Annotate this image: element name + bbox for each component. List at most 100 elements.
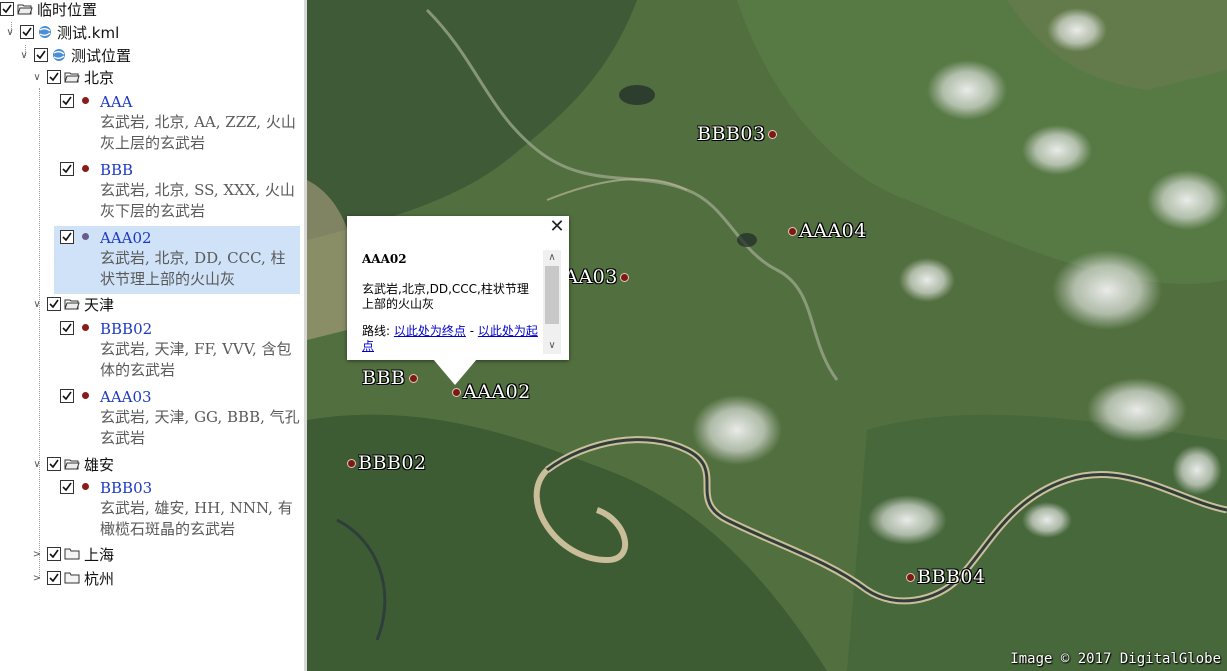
checkbox-icon[interactable] bbox=[60, 230, 74, 244]
map-marker-aaa04[interactable]: AAA04 bbox=[788, 220, 867, 242]
popup-description: 玄武岩,北京,DD,CCC,柱状节理上部的火山灰 bbox=[362, 282, 529, 311]
group-label: 上海 bbox=[84, 545, 115, 564]
group-label: 杭州 bbox=[84, 569, 115, 588]
checkbox-icon[interactable] bbox=[20, 25, 34, 39]
placemark-dot-icon bbox=[767, 129, 777, 139]
checkbox-icon[interactable] bbox=[47, 457, 61, 471]
chevron-down-icon[interactable]: ∨ bbox=[31, 458, 43, 470]
close-icon[interactable]: ✕ bbox=[549, 218, 565, 236]
placemark-dot-icon bbox=[82, 324, 89, 331]
placemark-dot-icon bbox=[82, 392, 89, 399]
chevron-up-icon[interactable]: ∧ bbox=[543, 250, 561, 266]
marker-label: AAA04 bbox=[799, 220, 867, 242]
placemark-dot-icon bbox=[619, 272, 629, 282]
map-marker-bbb[interactable]: BBB bbox=[362, 367, 419, 389]
chevron-right-icon[interactable]: > bbox=[31, 548, 43, 560]
route-prefix: 路线: bbox=[362, 324, 391, 338]
chevron-down-icon[interactable]: ∨ bbox=[543, 338, 561, 354]
tree-place-bbb[interactable]: BBB 玄武岩, 北京, SS, XXX, 火山灰下层的玄武岩 bbox=[54, 158, 300, 224]
place-name[interactable]: BBB02 bbox=[100, 319, 300, 339]
map-marker-bbb02[interactable]: BBB02 bbox=[347, 452, 427, 474]
chevron-right-icon[interactable]: > bbox=[31, 572, 43, 584]
map-marker-bbb04[interactable]: BBB04 bbox=[906, 566, 986, 588]
group-label: 天津 bbox=[84, 295, 115, 314]
placemark-dot-icon bbox=[906, 572, 915, 582]
popup-title: AAA02 bbox=[362, 252, 407, 266]
checkbox-icon[interactable] bbox=[47, 547, 61, 561]
place-name[interactable]: AAA02 bbox=[100, 228, 300, 248]
marker-label: BBB02 bbox=[358, 452, 427, 474]
tree-line bbox=[39, 88, 40, 578]
tree-place-aaa03[interactable]: AAA03 玄武岩, 天津, GG, BBB, 气孔玄武岩 bbox=[54, 385, 300, 451]
chevron-down-icon[interactable]: ∨ bbox=[31, 298, 43, 310]
tree-place-bbb02[interactable]: BBB02 玄武岩, 天津, FF, VVV, 含包体的玄武岩 bbox=[54, 317, 300, 383]
tree-folder-label: 测试位置 bbox=[71, 46, 132, 65]
placemark-dot-icon bbox=[409, 373, 419, 383]
tree-root-row[interactable]: 临时位置 bbox=[0, 0, 97, 20]
tree-kml-label: 测试.kml bbox=[57, 23, 120, 42]
placemark-dot-icon bbox=[82, 483, 89, 490]
popup-route-line: 路线: 以此处为终点 - 以此处为起点 bbox=[362, 324, 540, 354]
checkbox-icon[interactable] bbox=[47, 571, 61, 585]
place-name[interactable]: BBB03 bbox=[100, 478, 300, 498]
folder-open-icon bbox=[64, 457, 80, 471]
placemark-dot-icon bbox=[452, 387, 461, 397]
place-description: 玄武岩, 天津, FF, VVV, 含包体的玄武岩 bbox=[100, 340, 292, 379]
checkbox-icon[interactable] bbox=[60, 162, 74, 176]
tree-root-label: 临时位置 bbox=[37, 0, 98, 19]
place-description: 玄武岩, 北京, AA, ZZZ, 火山灰上层的玄武岩 bbox=[100, 113, 296, 152]
placemark-dot-icon bbox=[82, 233, 89, 240]
folder-closed-icon bbox=[64, 571, 80, 585]
chevron-down-icon[interactable]: ∨ bbox=[31, 71, 43, 83]
place-description: 玄武岩, 天津, GG, BBB, 气孔玄武岩 bbox=[100, 408, 300, 447]
place-name[interactable]: BBB bbox=[100, 160, 300, 180]
place-name[interactable]: AAA bbox=[100, 92, 300, 112]
place-description: 玄武岩, 雄安, HH, NNN, 有橄榄石斑晶的玄武岩 bbox=[100, 499, 293, 538]
marker-label: BBB04 bbox=[917, 566, 986, 588]
place-name[interactable]: AAA03 bbox=[100, 387, 300, 407]
checkbox-icon[interactable] bbox=[60, 321, 74, 335]
checkbox-icon[interactable] bbox=[60, 480, 74, 494]
kml-globe-icon bbox=[51, 48, 67, 62]
folder-closed-icon bbox=[64, 547, 80, 561]
tree-place-bbb03[interactable]: BBB03 玄武岩, 雄安, HH, NNN, 有橄榄石斑晶的玄武岩 bbox=[54, 476, 300, 542]
tree-group-hangzhou[interactable]: > 杭州 bbox=[31, 567, 114, 589]
placemark-dot-icon bbox=[788, 226, 797, 236]
tree-group-beijing[interactable]: ∨ 北京 bbox=[31, 66, 114, 88]
tree-kml-row[interactable]: ∨ 测试.kml bbox=[4, 21, 119, 43]
folder-open-icon bbox=[64, 297, 80, 311]
tree-place-aaa02-selected[interactable]: AAA02 玄武岩, 北京, DD, CCC, 柱状节理上部的火山灰 bbox=[54, 226, 300, 294]
tree-place-aaa[interactable]: AAA 玄武岩, 北京, AA, ZZZ, 火山灰上层的玄武岩 bbox=[54, 90, 300, 156]
placemark-dot-icon bbox=[347, 458, 356, 468]
placemark-dot-icon bbox=[82, 97, 89, 104]
scrollbar-thumb[interactable] bbox=[545, 266, 559, 324]
folder-open-icon bbox=[64, 70, 80, 84]
imagery-copyright: Image © 2017 DigitalGlobe bbox=[1010, 651, 1221, 667]
group-label: 雄安 bbox=[84, 455, 115, 474]
chevron-down-icon[interactable]: ∨ bbox=[4, 26, 16, 38]
popup-pointer bbox=[433, 359, 477, 385]
checkbox-icon[interactable] bbox=[47, 70, 61, 84]
place-description: 玄武岩, 北京, DD, CCC, 柱状节理上部的火山灰 bbox=[100, 249, 286, 288]
map-marker-bbb03[interactable]: BBB03 bbox=[697, 123, 777, 145]
chevron-down-icon[interactable]: ∨ bbox=[18, 49, 30, 61]
checkbox-icon[interactable] bbox=[0, 2, 14, 16]
checkbox-icon[interactable] bbox=[60, 94, 74, 108]
place-description: 玄武岩, 北京, SS, XXX, 火山灰下层的玄武岩 bbox=[100, 181, 295, 220]
placemark-info-popup: ✕ AAA02 玄武岩,北京,DD,CCC,柱状节理上部的火山灰 路线: 以此处… bbox=[347, 216, 569, 385]
checkbox-icon[interactable] bbox=[60, 389, 74, 403]
route-to-here-link[interactable]: 以此处为终点 bbox=[394, 324, 466, 338]
route-separator: - bbox=[465, 324, 478, 338]
marker-label: BBB03 bbox=[697, 123, 766, 145]
group-label: 北京 bbox=[84, 68, 115, 87]
tree-folder-row[interactable]: ∨ 测试位置 bbox=[18, 44, 131, 66]
checkbox-icon[interactable] bbox=[34, 48, 48, 62]
popup-scrollbar[interactable]: ∧ ∨ bbox=[543, 250, 561, 354]
tree-group-shanghai[interactable]: > 上海 bbox=[31, 543, 114, 565]
marker-label: BBB bbox=[362, 367, 406, 389]
checkbox-icon[interactable] bbox=[47, 297, 61, 311]
tree-group-tianjin[interactable]: ∨ 天津 bbox=[31, 293, 114, 315]
tree-group-xiongan[interactable]: ∨ 雄安 bbox=[31, 453, 114, 475]
popup-content: AAA02 玄武岩,北京,DD,CCC,柱状节理上部的火山灰 路线: 以此处为终… bbox=[362, 252, 540, 354]
places-tree-panel: 临时位置 ∨ 测试.kml ∨ 测试位置 ∨ 北京 AAA 玄武岩, 北京, A… bbox=[0, 0, 304, 671]
